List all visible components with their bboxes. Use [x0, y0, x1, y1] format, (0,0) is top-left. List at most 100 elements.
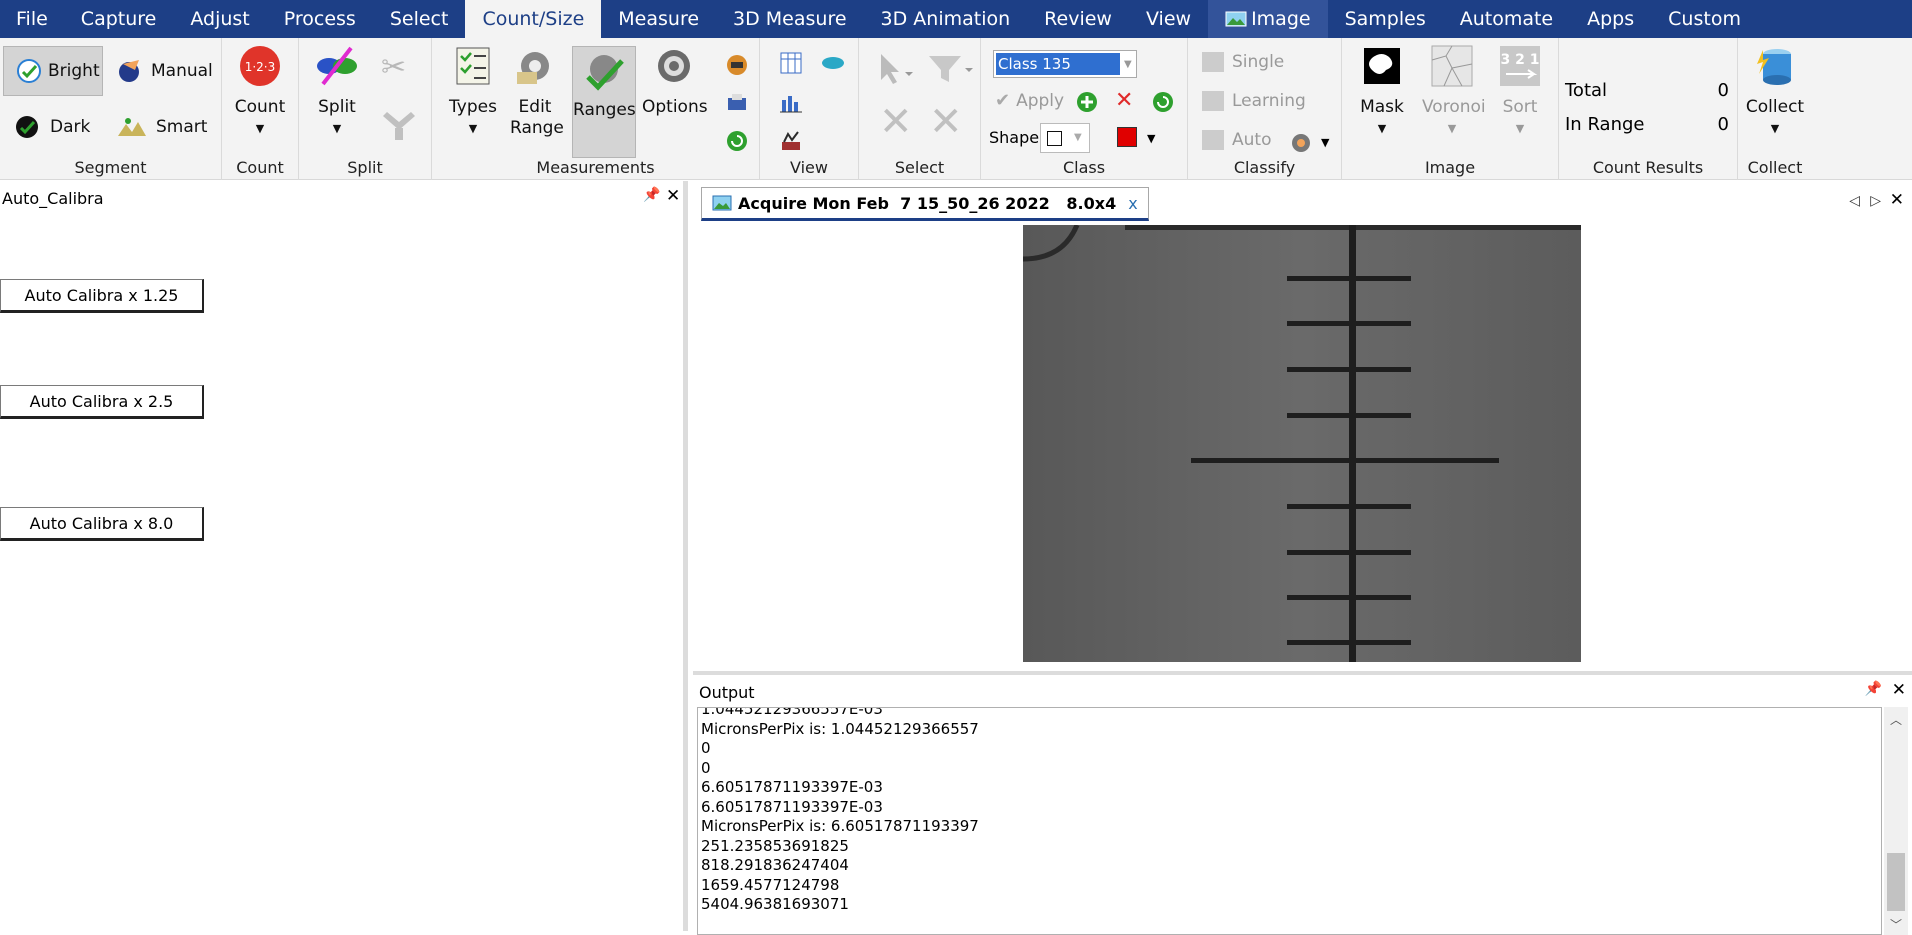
- manual-label: Manual: [151, 61, 213, 81]
- panel-title: Auto_Calibra: [2, 189, 104, 208]
- menu-3d-measure[interactable]: 3D Measure: [716, 0, 864, 38]
- output-pin-icon[interactable]: 📌: [1865, 681, 1882, 697]
- classify-group-label: Classify: [1233, 158, 1296, 177]
- shape-dropdown-icon: ▼: [1074, 132, 1082, 143]
- auto-calibra-1-25-button[interactable]: Auto Calibra x 1.25: [0, 279, 204, 313]
- merge-icon[interactable]: [381, 110, 417, 142]
- ranges-button[interactable]: Ranges: [572, 46, 636, 158]
- scroll-up-icon[interactable]: ︿: [1890, 711, 1902, 728]
- refresh-class-icon[interactable]: [1151, 90, 1175, 114]
- delete-selected-icon[interactable]: ✕: [879, 102, 913, 142]
- classify-dropdown-icon[interactable]: ▼: [1321, 136, 1329, 149]
- document-tab[interactable]: Acquire Mon Feb 7 15_50_26 2022 8.0x4 x: [701, 187, 1149, 221]
- mask-icon: [1364, 48, 1400, 84]
- split-button[interactable]: Split ▼: [309, 44, 365, 139]
- bright-button[interactable]: Bright: [3, 46, 103, 96]
- tab-scroll-left-icon[interactable]: ◁: [1849, 193, 1860, 209]
- mask-dropdown-icon: ▼: [1377, 122, 1387, 135]
- menu-automate[interactable]: Automate: [1443, 0, 1570, 38]
- menu-samples[interactable]: Samples: [1328, 0, 1443, 38]
- add-class-icon[interactable]: [1075, 90, 1099, 114]
- class-group: Class 135 ▼ ✔ Apply ✕ Shape ▼ ▼ Class: [981, 38, 1188, 180]
- scissors-icon[interactable]: ✂: [381, 50, 406, 85]
- menu-process[interactable]: Process: [267, 0, 373, 38]
- count-dropdown-icon: ▼: [255, 122, 265, 135]
- dark-button[interactable]: Dark: [12, 112, 90, 142]
- refresh-icon[interactable]: [724, 128, 750, 154]
- menu-custom[interactable]: Custom: [1651, 0, 1758, 38]
- auto-calibra-8-0-button[interactable]: Auto Calibra x 8.0: [0, 507, 204, 541]
- count-button[interactable]: 1·2·3 Count ▼: [234, 44, 286, 139]
- types-button[interactable]: Types ▼: [446, 44, 500, 139]
- output-log[interactable]: 1.04452129366557E-03 MicronsPerPix is: 1…: [697, 707, 1882, 935]
- count-results-group: Total 0 In Range 0 Count Results: [1559, 38, 1738, 180]
- voronoi-button[interactable]: Voronoi ▼: [1422, 44, 1486, 139]
- measure-print-icon[interactable]: [724, 90, 750, 116]
- menu-count-size[interactable]: Count/Size: [465, 0, 602, 38]
- image-group-label: Image: [1424, 158, 1476, 177]
- menu-measure[interactable]: Measure: [601, 0, 716, 38]
- menu-review[interactable]: Review: [1027, 0, 1129, 38]
- scroll-thumb[interactable]: [1887, 853, 1905, 911]
- tab-scroll-right-icon[interactable]: ▷: [1870, 193, 1881, 209]
- delete-class-icon[interactable]: ✕: [1115, 88, 1133, 113]
- manual-button[interactable]: Manual: [115, 56, 213, 86]
- filter-icon[interactable]: [925, 52, 973, 88]
- menu-apps[interactable]: Apps: [1570, 0, 1651, 38]
- options-button[interactable]: Options: [642, 44, 708, 118]
- scroll-down-icon[interactable]: ﹀: [1890, 916, 1902, 933]
- smart-button[interactable]: Smart: [114, 112, 207, 142]
- scattergram-icon[interactable]: [820, 50, 846, 76]
- log-line: 1659.4577124798: [701, 875, 840, 894]
- data-table-icon[interactable]: [778, 50, 804, 76]
- menu-adjust[interactable]: Adjust: [173, 0, 266, 38]
- document-close-icon[interactable]: ✕: [1890, 190, 1904, 210]
- sort-button[interactable]: 3 2 1 Sort ▼: [1494, 44, 1546, 139]
- shape-select[interactable]: ▼: [1040, 123, 1090, 153]
- chart-view-icon[interactable]: [778, 128, 804, 154]
- sort-label: Sort: [1502, 97, 1538, 117]
- delete-all-icon[interactable]: ✕: [929, 102, 963, 142]
- count-results-group-label: Count Results: [1592, 158, 1704, 177]
- edit-range-icon: [517, 52, 549, 84]
- apply-button[interactable]: ✔ Apply: [995, 90, 1064, 111]
- menu-capture[interactable]: Capture: [64, 0, 174, 38]
- single-button[interactable]: Single: [1202, 52, 1284, 72]
- log-line: 0: [701, 739, 711, 757]
- classify-settings-icon[interactable]: [1288, 130, 1314, 156]
- edit-range-button[interactable]: Edit Range: [510, 44, 564, 139]
- pin-icon[interactable]: 📌: [643, 187, 660, 203]
- edit-range-label-1: Edit: [518, 97, 552, 117]
- output-panel: Output 📌 ✕ 1.04452129366557E-03 MicronsP…: [693, 671, 1912, 935]
- mask-label: Mask: [1360, 97, 1404, 117]
- collect-button[interactable]: Collect ▼: [1744, 44, 1806, 139]
- learning-button[interactable]: Learning: [1202, 91, 1306, 111]
- class-color-swatch[interactable]: [1117, 127, 1137, 147]
- split-label: Split: [318, 97, 356, 117]
- menu-file[interactable]: File: [0, 0, 64, 38]
- output-scrollbar[interactable]: ︿ ﹀: [1884, 707, 1908, 935]
- menu-3d-animation[interactable]: 3D Animation: [864, 0, 1028, 38]
- histogram-icon[interactable]: [778, 90, 804, 116]
- measure-export-icon[interactable]: [724, 52, 750, 78]
- learning-icon: [1202, 91, 1224, 111]
- auto-button[interactable]: Auto: [1202, 130, 1271, 150]
- menu-view[interactable]: View: [1129, 0, 1208, 38]
- mask-button[interactable]: Mask ▼: [1356, 44, 1408, 139]
- output-close-icon[interactable]: ✕: [1892, 680, 1906, 700]
- color-dropdown-icon[interactable]: ▼: [1147, 132, 1155, 145]
- menu-image[interactable]: Image: [1208, 0, 1328, 38]
- close-icon[interactable]: ✕: [666, 186, 680, 206]
- document-tab-close[interactable]: x: [1128, 194, 1137, 213]
- pointer-icon[interactable]: [875, 52, 915, 88]
- measurements-group-label: Measurements: [536, 158, 655, 177]
- log-line: 5404.96381693071: [701, 895, 849, 913]
- micrometer-image[interactable]: [1023, 225, 1581, 662]
- menu-select[interactable]: Select: [373, 0, 466, 38]
- class-select[interactable]: Class 135 ▼: [993, 50, 1137, 78]
- collect-icon: [1757, 49, 1791, 85]
- total-value: 0: [1717, 80, 1729, 101]
- log-line: 0: [701, 758, 711, 777]
- view-group-label: View: [790, 158, 828, 177]
- auto-calibra-2-5-button[interactable]: Auto Calibra x 2.5: [0, 385, 204, 419]
